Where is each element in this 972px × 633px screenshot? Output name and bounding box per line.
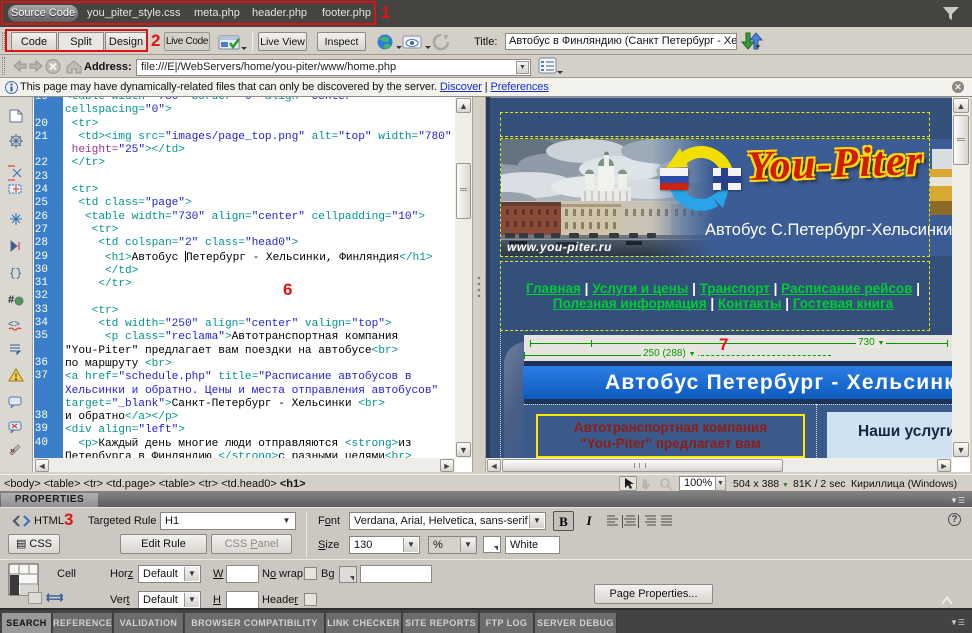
- svg-text:#: #: [8, 294, 14, 306]
- svg-text:{}: {}: [9, 268, 22, 280]
